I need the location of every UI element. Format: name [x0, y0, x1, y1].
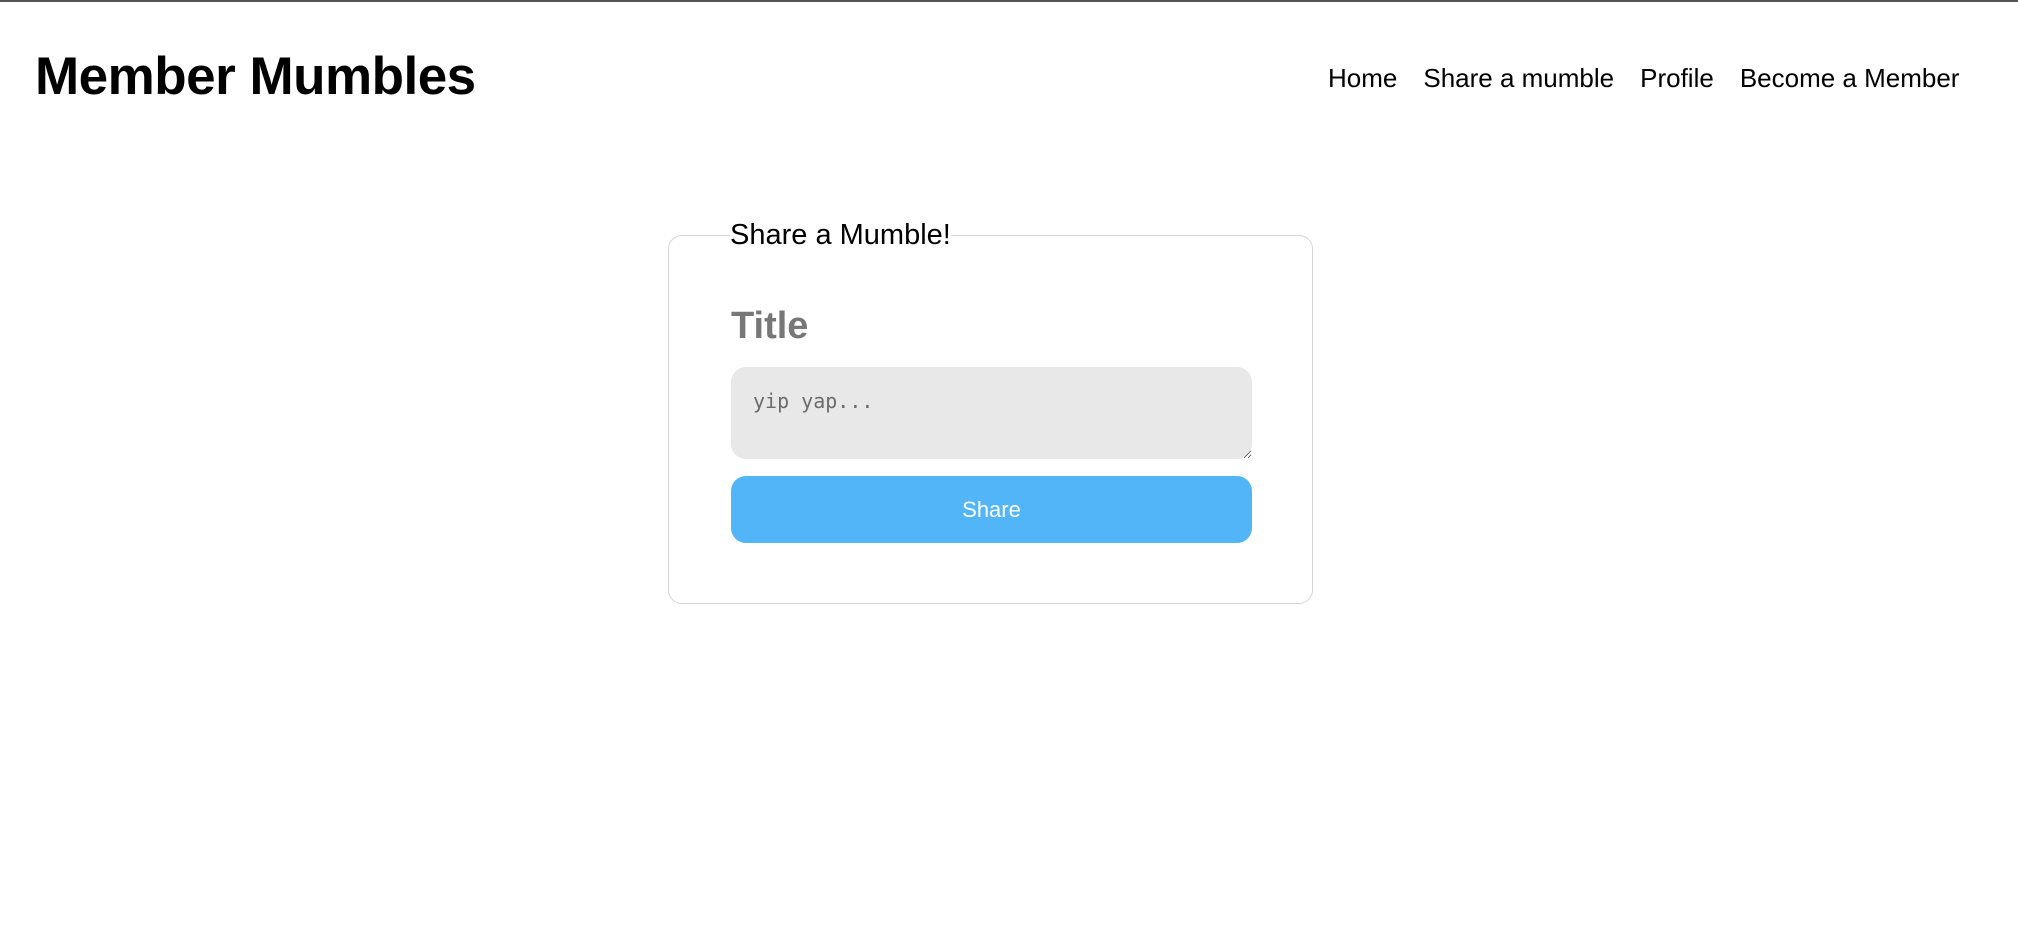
title-label: Title — [731, 305, 809, 347]
nav-share-mumble[interactable]: Share a mumble — [1423, 60, 1614, 96]
form-legend: Share a Mumble! — [730, 219, 951, 251]
mumble-textarea[interactable] — [731, 367, 1252, 459]
nav-home[interactable]: Home — [1328, 60, 1397, 96]
main-nav: Home Share a mumble Profile Become a Mem… — [1328, 60, 1985, 96]
nav-profile[interactable]: Profile — [1640, 60, 1714, 96]
nav-become-member[interactable]: Become a Member — [1740, 60, 1960, 96]
window-top-border — [0, 0, 2018, 2]
share-button[interactable]: Share — [731, 476, 1252, 543]
site-title[interactable]: Member Mumbles — [35, 44, 476, 110]
